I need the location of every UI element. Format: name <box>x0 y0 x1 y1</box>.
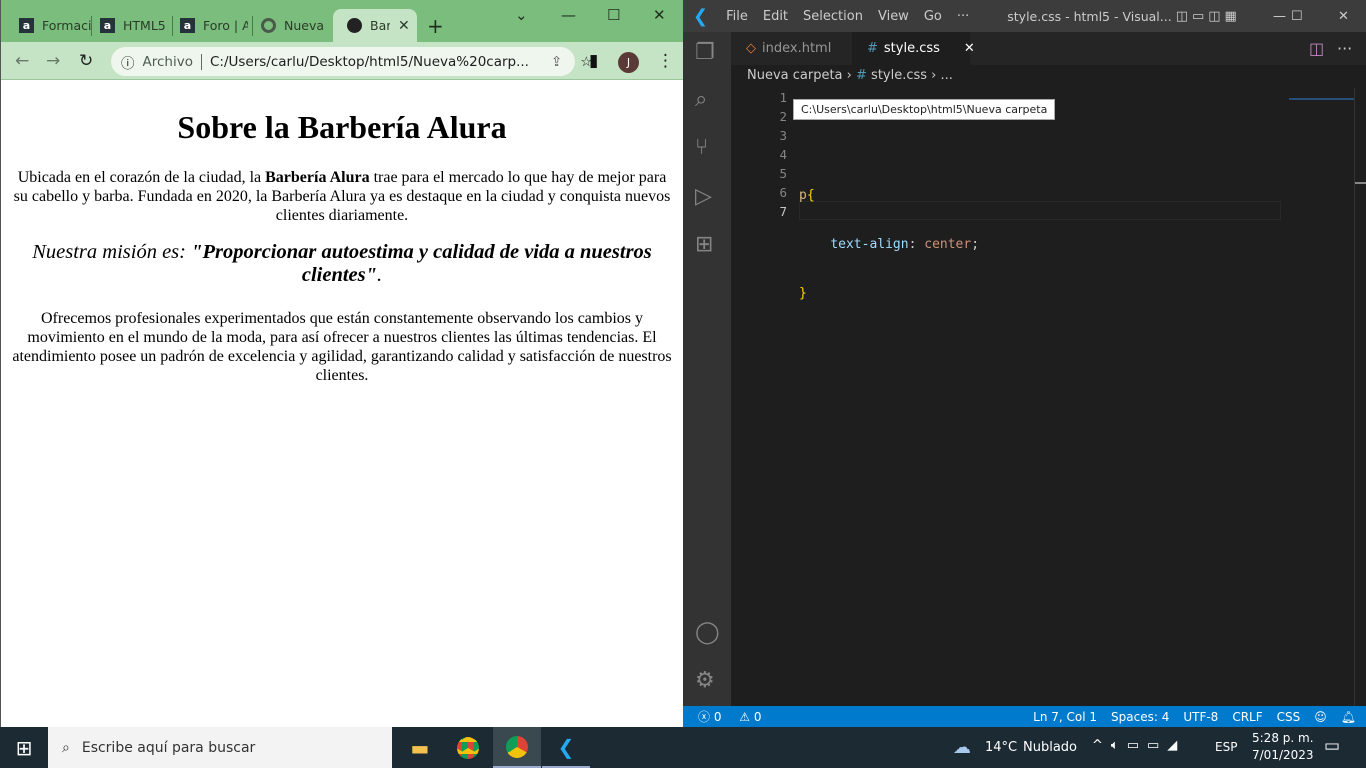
html-icon: ◇ <box>746 41 756 56</box>
taskbar-search[interactable]: ⌕ Escribe aquí para buscar <box>48 727 392 768</box>
notifications-bell-icon[interactable]: 🔔︎ <box>1341 710 1356 724</box>
notification-center-icon[interactable]: ▭ <box>1324 736 1340 756</box>
tab-foro[interactable]: a Foro | A <box>166 9 248 42</box>
alura-icon: a <box>180 18 195 33</box>
share-icon[interactable]: ⇪ <box>551 54 562 70</box>
scrollbar[interactable] <box>1354 88 1366 706</box>
layout-icons[interactable]: ◫▭◫▦ <box>1176 9 1241 24</box>
clock-date[interactable]: 7/01/2023 <box>1252 748 1314 762</box>
account-icon[interactable]: ◯ <box>695 620 720 645</box>
web-page: Sobre la Barbería Alura Ubicada en el co… <box>1 80 683 409</box>
weather-desc[interactable]: Nublado <box>1023 740 1077 755</box>
info-icon: ⓘ <box>121 55 135 72</box>
alura-icon: a <box>19 18 34 33</box>
file-explorer-icon[interactable]: ▬ <box>396 727 444 768</box>
more-actions-icon[interactable]: ··· <box>1337 39 1352 58</box>
indentation[interactable]: Spaces: 4 <box>1111 710 1169 724</box>
breadcrumb-tooltip: C:\Users\carlu\Desktop\html5\Nueva carpe… <box>793 99 1056 120</box>
close-button[interactable]: ✕ <box>653 6 666 24</box>
browser-toolbar: ← → ↻ ⓘ Archivo C:/Users/carlu/Desktop/h… <box>1 42 683 80</box>
minimize-button[interactable]: — <box>561 6 576 24</box>
close-tab-icon[interactable]: ✕ <box>398 18 410 34</box>
minimap <box>1289 88 1354 100</box>
weather-temp[interactable]: 14°C <box>985 740 1017 755</box>
page-title: Sobre la Barbería Alura <box>177 109 507 145</box>
encoding[interactable]: UTF-8 <box>1183 710 1218 724</box>
globe-icon <box>347 18 362 33</box>
browser-window: aFormaci aHTML5 aForo | A Nueva Bark✕ + … <box>0 0 683 727</box>
back-icon[interactable]: ← <box>15 51 29 71</box>
search-icon[interactable]: ⌕ <box>695 87 707 112</box>
services-paragraph: Ofrecemos profesionales experimentados q… <box>12 310 672 384</box>
chrome-profile-icon[interactable] <box>493 727 541 768</box>
new-tab-button[interactable]: + <box>427 14 444 38</box>
status-bar: ⓧ 0 ⚠ 0 Ln 7, Col 1 Spaces: 4 UTF-8 CRLF… <box>683 706 1366 727</box>
reload-icon[interactable]: ↻ <box>79 51 93 71</box>
intro-paragraph: Ubicada en el corazón de la ciudad, la B… <box>13 169 671 224</box>
menu-view[interactable]: View <box>878 9 909 24</box>
vscode-window: ❮ File Edit Selection View Go ··· style.… <box>683 0 1366 727</box>
activity-bar: ❐ ⌕ ⑂ ▷ ⊞ ◯ ⚙ <box>683 32 731 706</box>
windows-start-icon[interactable]: ⊞ <box>0 727 48 768</box>
close-button[interactable]: ✕ <box>1338 9 1349 24</box>
tab-formacion[interactable]: a Formaci <box>5 9 91 42</box>
feedback-icon[interactable]: ☺ <box>1314 710 1327 724</box>
extensions-icon[interactable]: ⊞ <box>695 232 713 257</box>
editor-tabs: ◇ index.html # style.css ✕ ◫ ··· <box>731 32 1366 65</box>
problems-indicator[interactable]: ⓧ 0 ⚠ 0 <box>698 708 776 725</box>
css-icon: # <box>867 41 878 56</box>
menu-more[interactable]: ··· <box>957 9 969 24</box>
tab-strip: aFormaci aHTML5 aForo | A Nueva Bark✕ + … <box>1 0 683 42</box>
tab-style-css[interactable]: # style.css ✕ <box>852 32 975 65</box>
cursor-position[interactable]: Ln 7, Col 1 <box>1033 710 1097 724</box>
line-numbers: 1234567 <box>779 90 787 219</box>
menu-selection[interactable]: Selection <box>803 9 863 24</box>
forward-icon[interactable]: → <box>46 51 60 71</box>
tab-nueva[interactable]: Nueva <box>247 9 325 42</box>
vscode-taskbar-icon[interactable]: ❮ <box>542 727 590 768</box>
address-bar[interactable]: ⓘ Archivo C:/Users/carlu/Desktop/html5/N… <box>111 47 592 76</box>
menu-icon[interactable]: ⋮ <box>657 51 674 71</box>
tab-index-html[interactable]: ◇ index.html <box>731 32 852 65</box>
minimize-button[interactable]: — <box>1273 9 1286 24</box>
menu-go[interactable]: Go <box>924 9 942 24</box>
mission-heading: Nuestra misión es: "Proporcionar autoest… <box>32 241 652 286</box>
side-panel-icon[interactable]: ▮ <box>589 51 598 71</box>
close-tab-icon[interactable]: ✕ <box>964 41 975 56</box>
run-debug-icon[interactable]: ▷ <box>695 184 712 209</box>
code-editor[interactable]: p{ text-align: center; } <box>799 88 979 401</box>
menu-edit[interactable]: Edit <box>763 9 788 24</box>
language-mode[interactable]: CSS <box>1277 710 1301 724</box>
alura-icon: a <box>100 18 115 33</box>
search-icon: ⌕ <box>62 739 70 756</box>
maximize-button[interactable]: ☐ <box>1291 9 1303 24</box>
tab-barberia[interactable]: Bark✕ <box>333 9 417 42</box>
cloud-icon: ☁ <box>953 737 971 758</box>
maximize-button[interactable]: ☐ <box>607 6 620 24</box>
avatar[interactable]: J <box>618 52 639 73</box>
clock-time[interactable]: 5:28 p. m. <box>1252 731 1314 745</box>
breadcrumb: Nueva carpeta › # style.css › ... <box>747 68 953 83</box>
window-title: style.css - html5 - Visual... <box>1007 8 1172 24</box>
tab-html5[interactable]: a HTML5 <box>86 9 172 42</box>
language-indicator[interactable]: ESP <box>1215 740 1237 754</box>
settings-gear-icon[interactable]: ⚙ <box>695 668 715 693</box>
title-bar: ❮ File Edit Selection View Go ··· style.… <box>683 0 1366 32</box>
tab-search-icon[interactable]: ⌄ <box>515 6 528 24</box>
tray-icons[interactable]: ^🔈︎▭▭◢ <box>1092 738 1185 753</box>
menu-file[interactable]: File <box>726 9 748 24</box>
line-ending[interactable]: CRLF <box>1232 710 1262 724</box>
vscode-logo-icon: ❮ <box>693 5 709 27</box>
split-editor-icon[interactable]: ◫ <box>1309 39 1324 58</box>
chrome-icon <box>261 18 276 33</box>
chrome-icon[interactable] <box>444 727 492 768</box>
explorer-icon[interactable]: ❐ <box>695 40 715 65</box>
taskbar: ⊞ ⌕ Escribe aquí para buscar ▬ ❮ ☁ 14°C N… <box>0 727 1366 768</box>
source-control-icon[interactable]: ⑂ <box>695 135 708 160</box>
